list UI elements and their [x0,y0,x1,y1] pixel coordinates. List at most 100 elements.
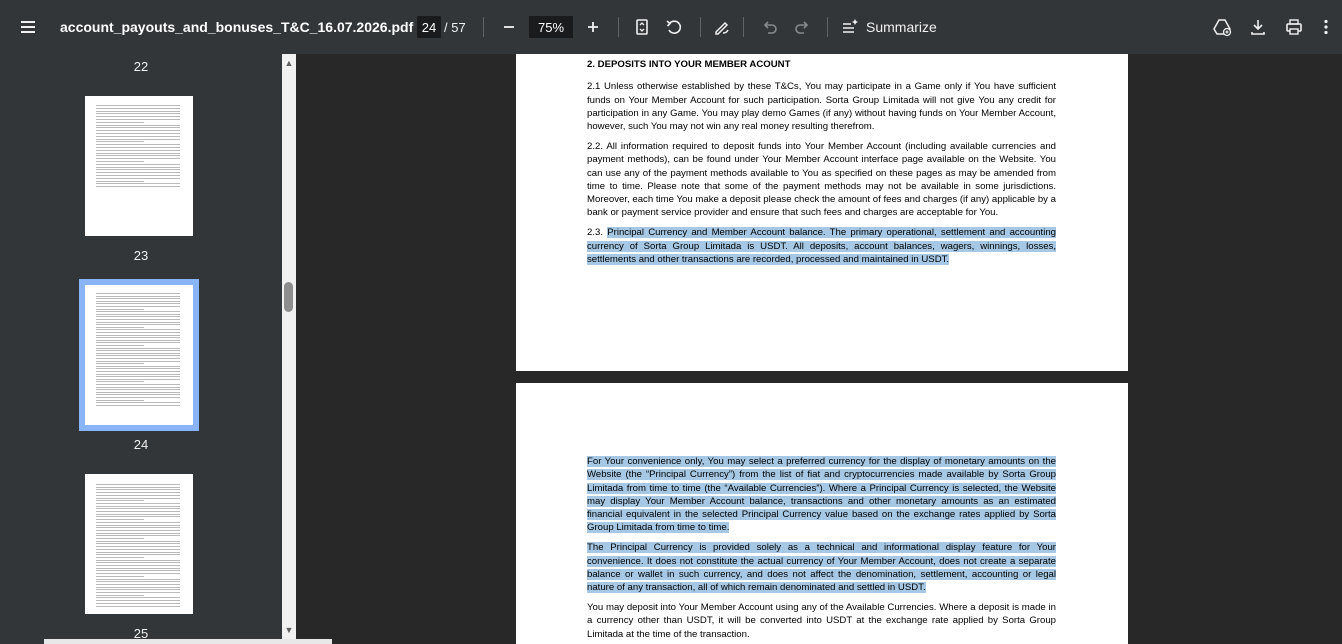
thumbnail-text-line [96,161,144,162]
pen-icon [715,21,729,35]
thumbnail-text-line [96,556,144,558]
thumbnail-text-line [96,521,180,523]
sidebar-scrollbar[interactable] [282,54,296,640]
redo-button[interactable] [786,11,818,43]
thumbnail-text-line [96,394,180,396]
add-to-drive-button[interactable] [1206,11,1238,43]
thumbnail-text-line [96,532,180,534]
zoom-level-input[interactable]: 75% [529,16,573,38]
thumbnail-text-line [96,130,180,132]
thumbnail-text-line [96,502,180,504]
thumbnail-text-line [96,376,180,378]
minus-icon [504,26,514,28]
thumbnail-text-line [96,298,180,300]
thumbnail-text-line [96,186,180,188]
document-viewer[interactable]: 2. DEPOSITS INTO YOUR MEMBER ACOUNT 2.1 … [296,54,1342,644]
thumbnail-text-line [96,538,144,539]
thumbnail-text-line [96,486,180,488]
thumbnail-text-line [96,543,180,545]
thumbnail-text-line [96,581,180,583]
undo-button[interactable] [754,11,786,43]
zoom-out-button[interactable] [493,11,525,43]
thumbnail-text-line [96,144,180,146]
pdf-page-25: For Your convenience only, You may selec… [516,383,1128,644]
thumbnail-text-line [96,110,180,112]
scroll-down-arrow[interactable]: ▼ [283,624,295,636]
download-button[interactable] [1242,11,1274,43]
toolbar-divider [743,17,744,37]
summarize-sparkle-icon [843,19,858,33]
summarize-button[interactable]: Summarize [840,14,937,40]
thumbnail-text-line [96,300,180,302]
toolbar-divider [827,17,828,37]
thumbnail-text-line [96,147,180,148]
thumbnail-text-line [96,319,180,320]
undo-icon [763,21,777,34]
fit-page-icon [636,19,648,35]
thumbnail-text-line [96,381,144,383]
page-number-input[interactable]: 24 [417,16,441,38]
thumbnail-text-line [96,573,180,575]
more-options-button[interactable] [1314,11,1338,43]
rotate-icon [666,20,682,34]
thumbnail-text-line [96,358,180,359]
thumbnail-text-line [96,158,180,160]
thumbnail-text-line [96,511,180,512]
thumbnail-text-line [96,183,180,185]
page-thumbnail-24[interactable] [79,279,199,431]
selected-text: For Your convenience only, You may selec… [587,456,1056,534]
rotate-button[interactable] [658,11,690,43]
thumbnail-text-line [96,397,180,398]
pdf-page-24: 2. DEPOSITS INTO YOUR MEMBER ACOUNT 2.1 … [516,54,1128,371]
print-button[interactable] [1278,11,1310,43]
thumbnail-text-line [96,113,180,115]
thumbnail-text-line [96,505,180,507]
scroll-up-arrow[interactable]: ▲ [283,57,295,69]
zoom-in-button[interactable] [577,11,609,43]
summarize-label: Summarize [866,19,937,35]
thumbnail-text-line [96,386,180,388]
thumbnail-text-line [96,378,180,380]
thumbnail-text-line [96,600,180,602]
thumbnail-text-line [96,303,180,305]
page-thumbnail-25[interactable] [85,474,193,614]
thumbnail-text-line [96,329,180,331]
thumbnail-text-line [96,105,180,106]
thumbnail-text-line [96,332,180,333]
thumbnail-text-line [96,177,180,179]
toolbar-divider [483,17,484,37]
thumbnail-text-line [96,570,180,572]
thumbnail-text-line [96,124,180,126]
toolbar-divider [618,17,619,37]
page-text: 2. DEPOSITS INTO YOUR MEMBER ACOUNT 2.1 … [587,58,1056,273]
thumbnail-text-line [96,497,180,499]
thumbnail-text-line [96,586,180,588]
thumbnail-text-line [96,368,180,370]
thumbnail-text-line [96,107,180,109]
paragraph: 2.1 Unless otherwise established by thes… [587,81,1056,133]
thumbnail-text-line [96,180,144,182]
fit-to-page-button[interactable] [626,11,658,43]
thumbnail-text-line [96,175,180,176]
redo-icon [795,21,809,34]
thumbnail-text-line [96,149,180,151]
printer-icon [1286,19,1302,35]
thumbnail-text-line [96,602,180,604]
paragraph: You may deposit into Your Member Account… [587,601,1056,640]
thumbnail-text-line [96,594,144,596]
page-thumbnail-23[interactable] [85,96,193,236]
thumbnail-text-line [96,546,180,548]
sidebar-scrollbar-thumb[interactable] [284,282,293,312]
thumbnail-text-line [96,326,144,328]
thumbnail-text-line [96,324,180,326]
menu-button[interactable] [12,11,44,43]
hamburger-menu-icon [21,21,35,33]
draw-button[interactable] [706,11,738,43]
status-strip [44,639,332,644]
thumbnail-text-line [96,350,180,352]
paragraph: For Your convenience only, You may selec… [587,455,1056,535]
thumbnail-label: 22 [133,59,149,74]
thumbnail-text-line [96,592,180,593]
thumbnail-text-line [96,575,144,577]
thumbnail-text-line [96,524,180,526]
